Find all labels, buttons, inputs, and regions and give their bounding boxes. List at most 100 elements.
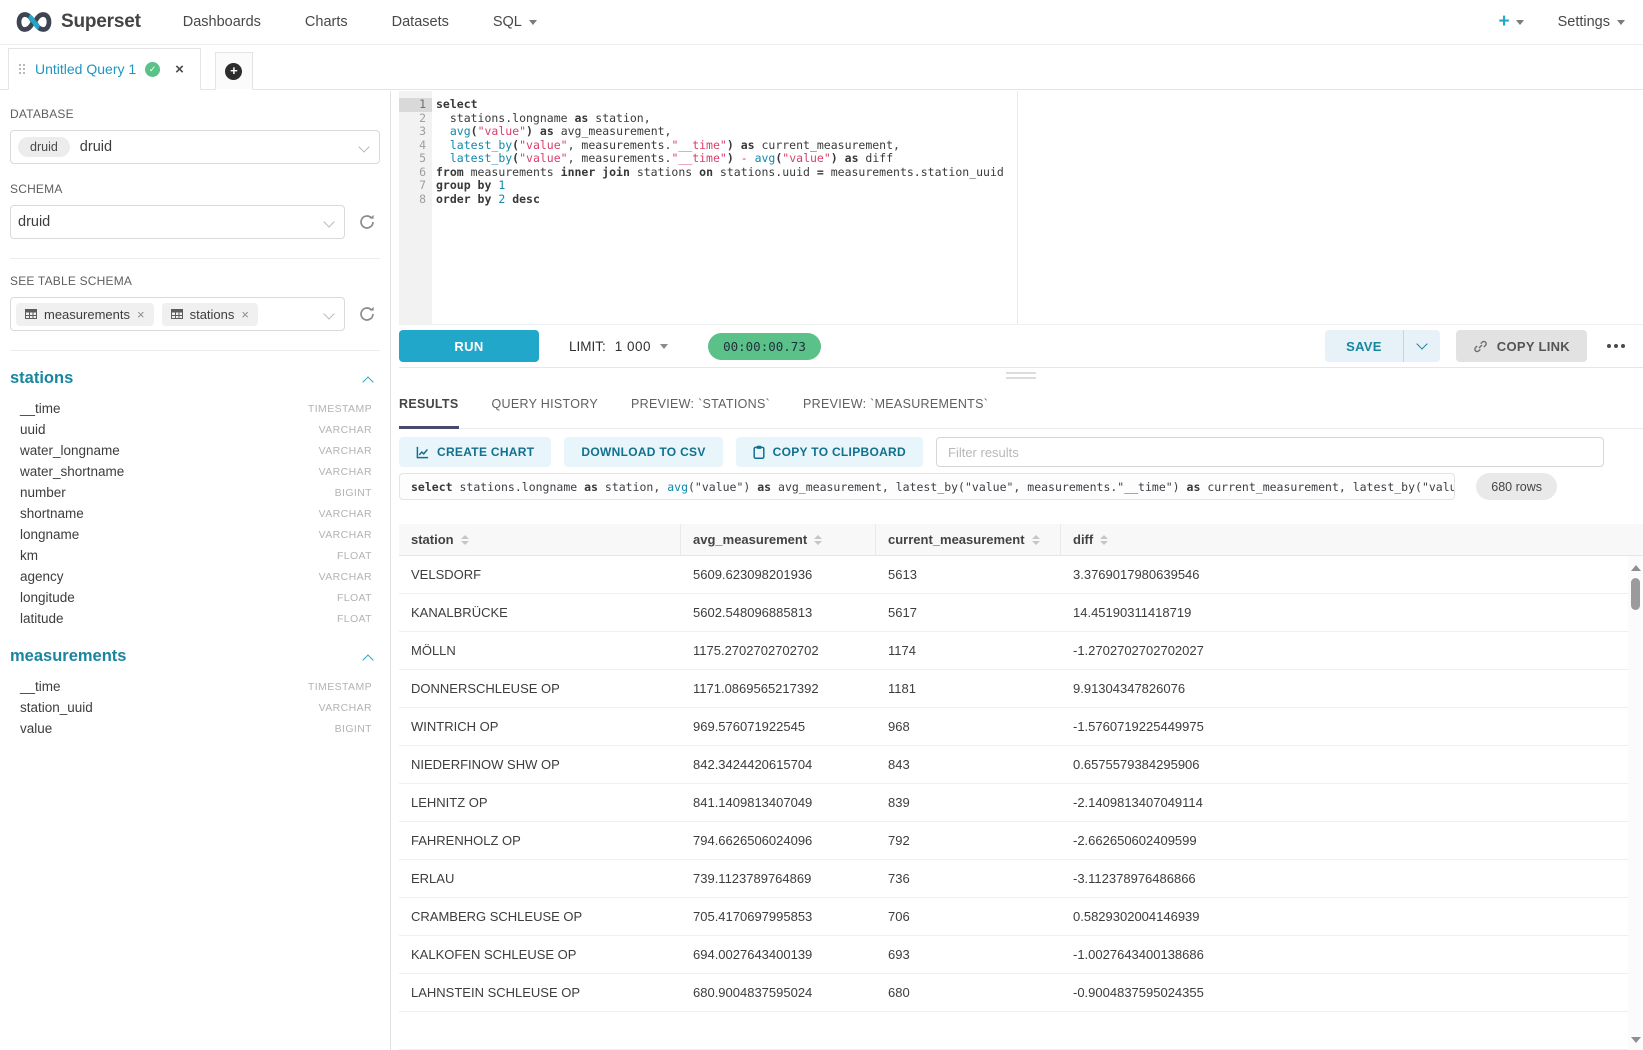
download-to-csv-button[interactable]: DOWNLOAD TO CSV bbox=[564, 437, 722, 467]
scrollbar-thumb[interactable] bbox=[1631, 578, 1640, 610]
nav-item-dashboards[interactable]: Dashboards bbox=[183, 14, 261, 30]
table-cell: 5609.623098201936 bbox=[681, 556, 876, 593]
print-margin bbox=[1017, 91, 1018, 324]
table-row: LEHNITZ OP841.1409813407049839-2.1409813… bbox=[399, 784, 1643, 822]
remove-icon[interactable]: × bbox=[137, 307, 145, 322]
sort-icon[interactable] bbox=[814, 535, 822, 545]
nav-item-sql[interactable]: SQL bbox=[493, 14, 537, 30]
sql-token: = bbox=[817, 165, 824, 179]
chevron-down-icon bbox=[660, 344, 668, 349]
line-number: 4 bbox=[399, 139, 432, 153]
query-tab-active[interactable]: Untitled Query 1 ✓ × bbox=[8, 48, 201, 90]
results-table: stationavg_measurementcurrent_measuremen… bbox=[399, 524, 1643, 1050]
clipboard-icon bbox=[753, 445, 765, 459]
copy-to-clipboard-button[interactable]: COPY TO CLIPBOARD bbox=[736, 437, 923, 467]
results-tab-query-history[interactable]: QUERY HISTORY bbox=[492, 382, 598, 429]
sql-token: order by bbox=[436, 192, 491, 206]
brand-name: Superset bbox=[61, 11, 141, 33]
table-cell: LAHNSTEIN SCHLEUSE OP bbox=[399, 974, 681, 1011]
sort-icon[interactable] bbox=[1100, 535, 1108, 545]
save-button[interactable]: SAVE bbox=[1325, 330, 1403, 362]
close-icon[interactable]: × bbox=[175, 61, 184, 78]
table-cell: NIEDERFINOW SHW OP bbox=[399, 746, 681, 783]
copy-link-button[interactable]: COPY LINK bbox=[1456, 330, 1587, 362]
table-cell: MÖLLN bbox=[399, 632, 681, 669]
table-cell: -3.112378976486866 bbox=[1061, 860, 1643, 897]
column-type: VARCHAR bbox=[319, 702, 372, 714]
add-query-tab-button[interactable]: + bbox=[215, 52, 253, 90]
more-menu-icon[interactable] bbox=[1603, 338, 1629, 354]
settings-menu[interactable]: Settings bbox=[1558, 14, 1625, 30]
sql-token bbox=[436, 151, 450, 165]
column-row: uuidVARCHAR bbox=[10, 419, 380, 440]
drag-handle-icon[interactable] bbox=[19, 64, 26, 75]
create-chart-button[interactable]: CREATE CHART bbox=[399, 437, 551, 467]
sql-token: ) bbox=[727, 138, 734, 152]
scroll-down-icon[interactable] bbox=[1631, 1037, 1641, 1043]
nav-item-datasets[interactable]: Datasets bbox=[392, 14, 449, 30]
scroll-up-icon[interactable] bbox=[1631, 565, 1641, 571]
column-header-diff[interactable]: diff bbox=[1061, 524, 1643, 555]
collapse-icon[interactable] bbox=[362, 376, 373, 387]
sql-code-area[interactable]: select stations.longname as station, avg… bbox=[432, 91, 1643, 324]
column-name: longitude bbox=[20, 590, 75, 605]
results-tab-results[interactable]: RESULTS bbox=[399, 382, 459, 429]
new-item-button[interactable]: + bbox=[1498, 11, 1523, 33]
sql-token: latest_by bbox=[450, 151, 512, 165]
sql-token: select bbox=[436, 97, 478, 111]
table-cell: 841.1409813407049 bbox=[681, 784, 876, 821]
table-schema-select[interactable]: measurements× stations× bbox=[10, 297, 345, 331]
column-type: FLOAT bbox=[337, 550, 372, 562]
collapse-icon[interactable] bbox=[362, 654, 373, 665]
table-scrollbar bbox=[1628, 556, 1643, 1050]
sort-icon[interactable] bbox=[461, 535, 469, 545]
table-cell: -2.1409813407049114 bbox=[1061, 784, 1643, 821]
database-select[interactable]: druid druid bbox=[10, 130, 380, 164]
schema-select[interactable]: druid bbox=[10, 205, 345, 239]
editor-gutter: 12345678 bbox=[399, 91, 432, 324]
sql-token: current_measurement, latest_by("value"… bbox=[1200, 480, 1455, 494]
table-cell: 693 bbox=[876, 936, 1061, 973]
filter-results-input[interactable] bbox=[936, 437, 1604, 467]
column-type: TIMESTAMP bbox=[308, 681, 372, 693]
nav-item-label: SQL bbox=[493, 14, 522, 30]
sql-token: select bbox=[411, 480, 453, 494]
refresh-schemas-button[interactable] bbox=[358, 211, 380, 233]
limit-label: LIMIT: bbox=[569, 339, 606, 354]
table-icon bbox=[171, 309, 183, 319]
nav-item-charts[interactable]: Charts bbox=[305, 14, 348, 30]
table-cell: 739.1123789764869 bbox=[681, 860, 876, 897]
table-cell: 968 bbox=[876, 708, 1061, 745]
table-cell: 839 bbox=[876, 784, 1061, 821]
table-chip-measurements[interactable]: measurements× bbox=[16, 303, 154, 326]
remove-icon[interactable]: × bbox=[241, 307, 249, 322]
table-row: KALKOFEN SCHLEUSE OP694.0027643400139693… bbox=[399, 936, 1643, 974]
schema-label: SCHEMA bbox=[10, 182, 380, 196]
table-cell: CRAMBERG SCHLEUSE OP bbox=[399, 898, 681, 935]
column-type: VARCHAR bbox=[319, 508, 372, 520]
column-header-avg-measurement[interactable]: avg_measurement bbox=[681, 524, 876, 555]
sql-token: 1 bbox=[498, 178, 505, 192]
divider bbox=[10, 258, 380, 259]
table-row: NIEDERFINOW SHW OP842.34244206157048430.… bbox=[399, 746, 1643, 784]
table-chip-stations[interactable]: stations× bbox=[162, 303, 258, 326]
table-schema-stations: stations__timeTIMESTAMPuuidVARCHARwater_… bbox=[10, 369, 380, 629]
sql-token: measurements bbox=[464, 165, 561, 179]
sql-token: , measurements. bbox=[568, 151, 672, 165]
limit-dropdown[interactable]: LIMIT: 1 000 bbox=[569, 339, 668, 354]
results-tab-preview-measurements[interactable]: PREVIEW: `MEASUREMENTS` bbox=[803, 382, 988, 429]
column-row: kmFLOAT bbox=[10, 545, 380, 566]
save-options-button[interactable] bbox=[1404, 330, 1440, 362]
column-header-station[interactable]: station bbox=[399, 524, 681, 555]
chart-icon bbox=[416, 446, 429, 459]
results-tab-preview-stations[interactable]: PREVIEW: `STATIONS` bbox=[631, 382, 770, 429]
pane-resize-handle[interactable] bbox=[1006, 372, 1036, 382]
column-header-current-measurement[interactable]: current_measurement bbox=[876, 524, 1061, 555]
table-cell: 792 bbox=[876, 822, 1061, 859]
code-line: select bbox=[436, 98, 1643, 112]
sort-icon[interactable] bbox=[1032, 535, 1040, 545]
refresh-tables-button[interactable] bbox=[358, 303, 380, 325]
sql-token: avg bbox=[667, 480, 688, 494]
superset-logo[interactable]: Superset bbox=[14, 9, 141, 35]
run-button[interactable]: RUN bbox=[399, 330, 539, 362]
